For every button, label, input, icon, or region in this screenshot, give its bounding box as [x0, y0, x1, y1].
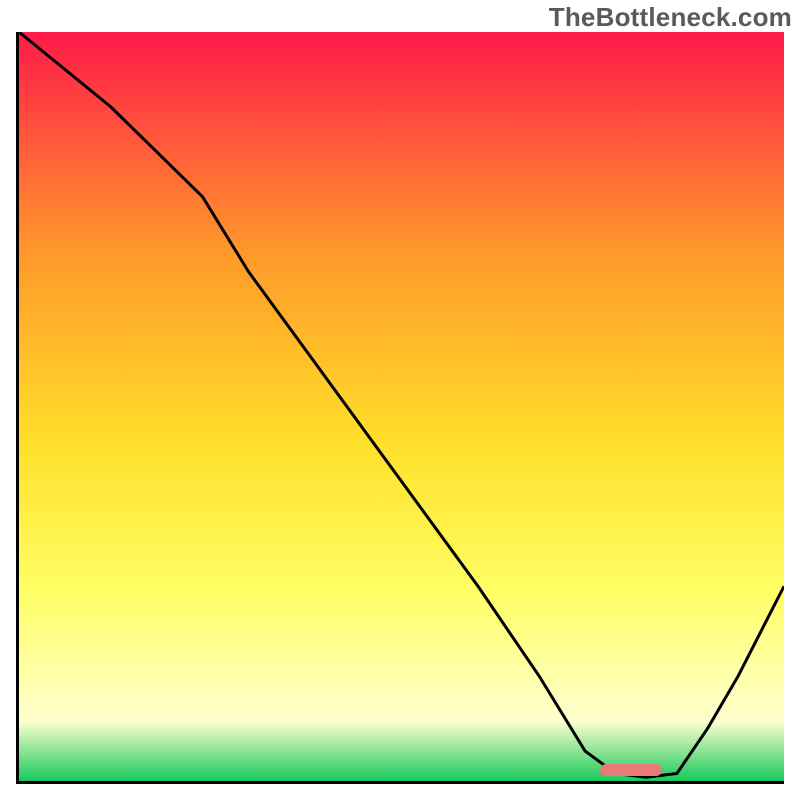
chart-svg [19, 32, 784, 781]
optimal-range-marker [600, 764, 661, 776]
watermark-label: TheBottleneck.com [549, 2, 792, 33]
gradient-background [19, 32, 784, 781]
plot-area [16, 32, 784, 784]
chart-frame: TheBottleneck.com [0, 0, 800, 800]
